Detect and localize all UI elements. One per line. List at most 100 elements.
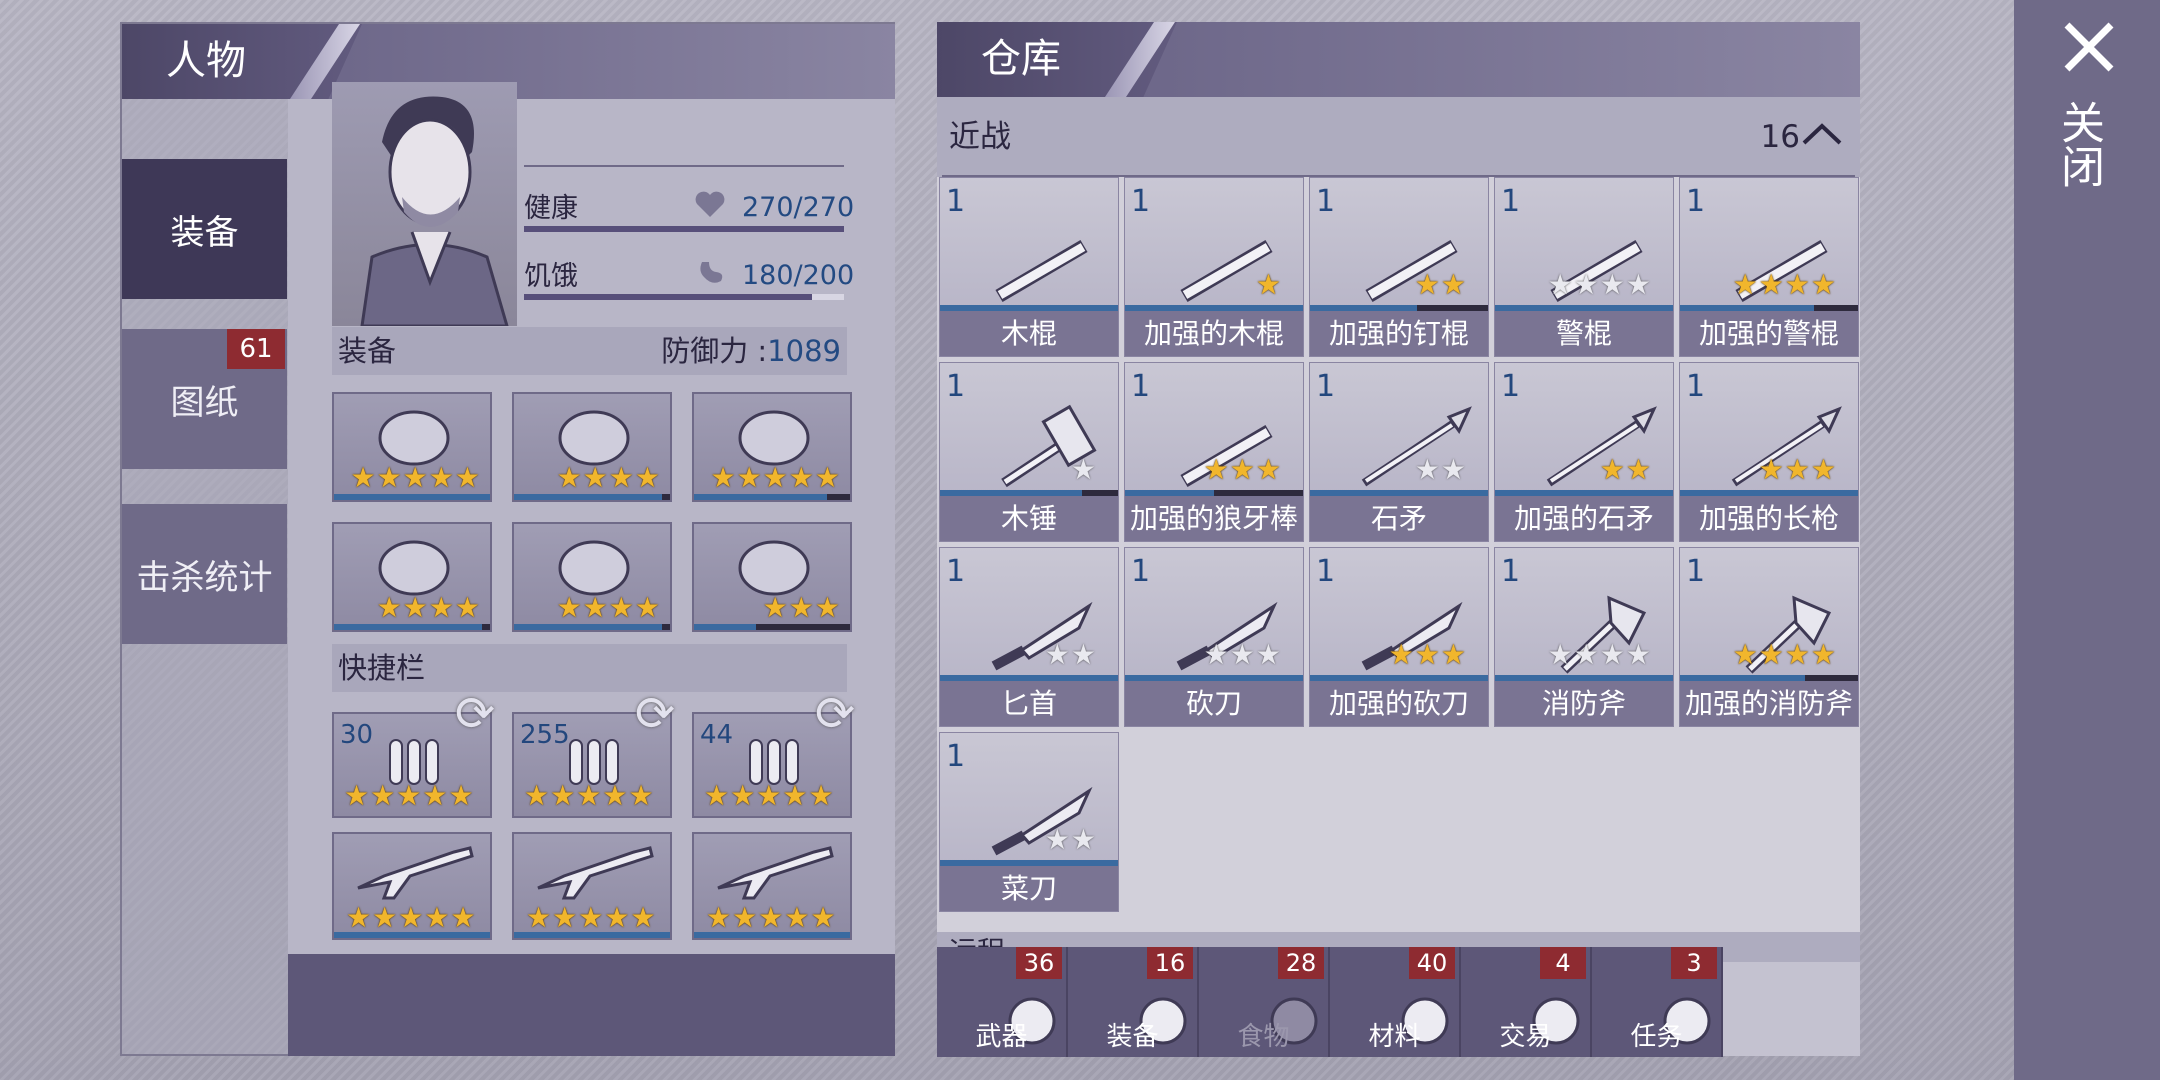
warehouse-item[interactable]: 1 ★ ★ ★ ★ 加强的消防斧 xyxy=(1679,547,1859,727)
defense-readout: 防御力 :1089 xyxy=(661,327,841,375)
warehouse-item[interactable]: 1 ★ 加强的木棍 xyxy=(1124,177,1304,357)
star-icon: ★ xyxy=(1440,453,1466,486)
item-stars: ★ ★ xyxy=(1045,826,1096,854)
shotgun-icon xyxy=(534,842,654,906)
warehouse-item[interactable]: 1 ★ ★ 石矛 xyxy=(1309,362,1489,542)
item-quantity: 1 xyxy=(946,184,966,219)
equipment-slot[interactable]: ★ ★ ★ ★ ★ xyxy=(692,392,852,502)
star-icon: ★ xyxy=(1625,638,1651,671)
star-icon: ★ xyxy=(730,779,756,812)
equipment-label: 装备 xyxy=(338,334,397,368)
item-stars: ★ ★ xyxy=(1415,271,1466,299)
item-name: 加强的消防斧 xyxy=(1680,681,1858,726)
warehouse-item[interactable]: 1 ★ ★ ★ 加强的狼牙棒 xyxy=(1124,362,1304,542)
star-icon: ★ xyxy=(422,779,448,812)
warehouse-item[interactable]: 1 ★ ★ 匕首 xyxy=(939,547,1119,727)
ammo-stars: ★ ★ ★ ★ ★ xyxy=(344,782,474,810)
weapon-stars: ★ ★ ★ ★ ★ xyxy=(346,904,476,932)
star-icon: ★ xyxy=(576,779,602,812)
bottom-tab[interactable]: 食物 28 xyxy=(1199,947,1330,1057)
close-strip[interactable]: 关闭 xyxy=(2014,0,2160,1080)
warehouse-item[interactable]: 1 ★ ★ ★ ★ 消防斧 xyxy=(1494,547,1674,727)
quickbar-weapon-slot[interactable]: ★ ★ ★ ★ ★ xyxy=(692,832,852,940)
close-icon[interactable] xyxy=(2062,20,2116,74)
warehouse-item[interactable]: 1 ★ ★ 加强的钉棍 xyxy=(1309,177,1489,357)
quickbar-weapon-slot[interactable]: ★ ★ ★ ★ ★ xyxy=(512,832,672,940)
equipment-stars: ★ ★ ★ ★ ★ xyxy=(350,464,480,492)
item-quantity: 1 xyxy=(1501,554,1521,589)
warehouse-item[interactable]: 1 ★ ★ 菜刀 xyxy=(939,732,1119,912)
warehouse-item[interactable]: 1 ★ ★ ★ ★ 警棍 xyxy=(1494,177,1674,357)
blueprints-badge: 61 xyxy=(227,329,285,369)
item-name: 石矛 xyxy=(1310,496,1488,541)
equipment-slot[interactable]: ★ ★ ★ ★ xyxy=(332,522,492,632)
warehouse-panel: 仓库 近战 16 1 木棍 1 ★ 加强的木棍 1 ★ ★ 加强的钉棍 1 ★ ★ ★ ★ 警棍 1 ★ ★ ★ ★ 加… xyxy=(937,22,1860,1057)
ammo-stars: ★ ★ ★ ★ ★ xyxy=(524,782,654,810)
star-icon: ★ xyxy=(788,461,814,494)
warehouse-item[interactable]: 1 ★ ★ 加强的石矛 xyxy=(1494,362,1674,542)
hunger-label: 饥饿 xyxy=(524,261,578,292)
item-name: 加强的砍刀 xyxy=(1310,681,1488,726)
star-icon: ★ xyxy=(556,591,582,624)
equipment-stars: ★ ★ ★ ★ xyxy=(377,594,480,622)
bottom-tab[interactable]: 交易 4 xyxy=(1461,947,1592,1057)
item-quantity: 1 xyxy=(1501,369,1521,404)
star-icon: ★ xyxy=(604,901,630,934)
swap-icon[interactable]: ⟳ xyxy=(807,686,863,742)
health-bar xyxy=(524,226,844,232)
equipment-slot[interactable]: ★ ★ ★ ★ ★ xyxy=(332,392,492,502)
bottom-tab[interactable]: 材料 40 xyxy=(1330,947,1461,1057)
health-label: 健康 xyxy=(524,193,578,224)
warehouse-item[interactable]: 1 ★ ★ ★ 砍刀 xyxy=(1124,547,1304,727)
star-icon: ★ xyxy=(1758,453,1784,486)
bottom-tab[interactable]: 装备 16 xyxy=(1068,947,1199,1057)
item-name: 木棍 xyxy=(940,311,1118,356)
warehouse-item[interactable]: 1 ★ ★ ★ 加强的砍刀 xyxy=(1309,547,1489,727)
tab-kill-stats[interactable]: 击杀统计 xyxy=(122,504,287,644)
item-stars: ★ ★ ★ ★ xyxy=(1548,271,1651,299)
equipment-slot[interactable]: ★ ★ ★ xyxy=(692,522,852,632)
tab-equipment[interactable]: 装备 xyxy=(122,159,287,299)
chevron-up-icon[interactable] xyxy=(1802,123,1842,145)
warehouse-item[interactable]: 1 木棍 xyxy=(939,177,1119,357)
warehouse-item[interactable]: 1 ★ ★ ★ 加强的长枪 xyxy=(1679,362,1859,542)
star-icon: ★ xyxy=(428,461,454,494)
quickbar-weapon-slot[interactable]: ★ ★ ★ ★ ★ xyxy=(332,832,492,940)
category-header[interactable]: 近战 16 xyxy=(937,97,1860,177)
stats-divider xyxy=(524,165,844,167)
star-icon: ★ xyxy=(1229,638,1255,671)
quickbar-label: 快捷栏 xyxy=(338,651,426,685)
weapon-stars: ★ ★ ★ ★ ★ xyxy=(526,904,656,932)
bottom-tab[interactable]: 武器 36 xyxy=(937,947,1068,1057)
equipment-slot[interactable]: ★ ★ ★ ★ xyxy=(512,392,672,502)
bottom-tab-badge: 36 xyxy=(1016,947,1062,979)
bottom-tab[interactable]: 任务 3 xyxy=(1592,947,1723,1057)
item-name: 加强的狼牙棒 xyxy=(1125,496,1303,541)
item-name: 木锤 xyxy=(940,496,1118,541)
star-icon: ★ xyxy=(1732,268,1758,301)
item-quantity: 1 xyxy=(1501,184,1521,219)
star-icon: ★ xyxy=(556,461,582,494)
item-quantity: 1 xyxy=(946,369,966,404)
item-stars: ★ ★ ★ ★ xyxy=(1733,271,1836,299)
durability-missing xyxy=(826,494,850,500)
sniper-rifle-icon xyxy=(714,842,834,906)
star-icon: ★ xyxy=(706,901,732,934)
star-icon: ★ xyxy=(814,591,840,624)
star-icon: ★ xyxy=(1203,453,1229,486)
swap-icon[interactable]: ⟳ xyxy=(447,686,503,742)
item-name: 加强的木棍 xyxy=(1125,311,1303,356)
close-label[interactable]: 关闭 xyxy=(2053,100,2110,188)
star-icon: ★ xyxy=(454,591,480,624)
item-stars: ★ ★ xyxy=(1415,456,1466,484)
star-icon: ★ xyxy=(1784,268,1810,301)
star-icon: ★ xyxy=(402,461,428,494)
equipment-slot[interactable]: ★ ★ ★ ★ xyxy=(512,522,672,632)
warehouse-item[interactable]: 1 ★ ★ ★ ★ 加强的警棍 xyxy=(1679,177,1859,357)
star-icon: ★ xyxy=(1573,638,1599,671)
swap-icon[interactable]: ⟳ xyxy=(627,686,683,742)
item-quantity: 1 xyxy=(1131,369,1151,404)
item-name: 菜刀 xyxy=(940,866,1118,911)
warehouse-item[interactable]: 1 ★ 木锤 xyxy=(939,362,1119,542)
durability-bar xyxy=(334,494,490,500)
